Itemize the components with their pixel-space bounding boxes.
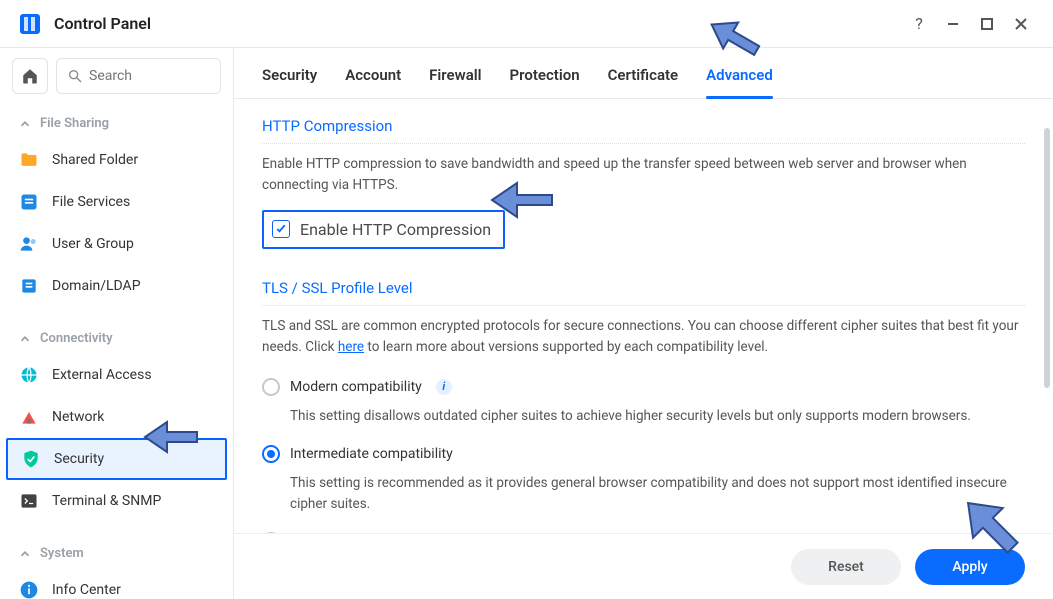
home-button[interactable]	[12, 58, 48, 94]
radio-icon	[262, 445, 280, 463]
checkbox-icon	[272, 220, 290, 238]
maximize-button[interactable]	[973, 10, 1001, 38]
tab-bar: Security Account Firewall Protection Cer…	[234, 48, 1053, 99]
tab-advanced[interactable]: Advanced	[706, 66, 773, 98]
titlebar: Control Panel ?	[0, 0, 1053, 48]
terminal-icon	[18, 490, 40, 512]
section-system[interactable]: System	[0, 538, 233, 569]
sidebar-item-label: File Services	[52, 194, 130, 210]
sidebar-item-user-group[interactable]: User & Group	[0, 223, 233, 265]
domain-icon	[18, 275, 40, 297]
sidebar-item-domain-ldap[interactable]: Domain/LDAP	[0, 265, 233, 307]
close-button[interactable]	[1007, 10, 1035, 38]
network-icon	[18, 406, 40, 428]
footer-bar: Reset Apply	[234, 533, 1053, 599]
sidebar-item-shared-folder[interactable]: Shared Folder	[0, 139, 233, 181]
sidebar-item-network[interactable]: Network	[0, 396, 233, 438]
tab-firewall[interactable]: Firewall	[429, 66, 481, 98]
tab-account[interactable]: Account	[345, 66, 401, 98]
minimize-button[interactable]	[939, 10, 967, 38]
tls-learn-more-link[interactable]: here	[338, 339, 364, 355]
sidebar-item-security[interactable]: Security	[6, 438, 227, 480]
folder-icon	[18, 149, 40, 171]
window-title: Control Panel	[54, 14, 151, 33]
search-icon	[67, 68, 83, 84]
section-label: System	[40, 546, 84, 561]
section-label: Connectivity	[40, 331, 113, 346]
tls-desc: TLS and SSL are common encrypted protoco…	[262, 316, 1025, 358]
globe-icon	[18, 364, 40, 386]
chevron-up-icon	[18, 332, 32, 346]
chevron-up-icon	[18, 547, 32, 561]
content-pane: HTTP Compression Enable HTTP compression…	[234, 99, 1053, 599]
radio-icon	[262, 378, 280, 396]
users-icon	[18, 233, 40, 255]
radio-modern-desc: This setting disallows outdated cipher s…	[290, 406, 1025, 427]
shield-icon	[20, 448, 42, 470]
sidebar-item-label: Domain/LDAP	[52, 278, 141, 294]
enable-http-compression-checkbox[interactable]: Enable HTTP Compression	[262, 210, 505, 249]
http-compression-title: HTTP Compression	[262, 117, 1025, 144]
search-input[interactable]	[89, 68, 210, 84]
search-field[interactable]	[56, 58, 221, 94]
app-icon	[18, 12, 42, 36]
scrollbar[interactable]	[1044, 128, 1050, 388]
chevron-up-icon	[18, 117, 32, 131]
radio-label: Intermediate compatibility	[290, 446, 453, 462]
sidebar-item-label: User & Group	[52, 236, 134, 252]
sidebar-item-label: Network	[52, 409, 104, 425]
tab-certificate[interactable]: Certificate	[608, 66, 679, 98]
sidebar-item-label: External Access	[52, 367, 152, 383]
tab-protection[interactable]: Protection	[510, 66, 580, 98]
http-compression-desc: Enable HTTP compression to save bandwidt…	[262, 154, 1025, 196]
info-icon	[18, 579, 40, 599]
radio-label: Modern compatibility	[290, 379, 422, 395]
sidebar-item-file-services[interactable]: File Services	[0, 181, 233, 223]
sidebar-item-label: Shared Folder	[52, 152, 138, 168]
radio-modern[interactable]: Modern compatibility i	[262, 372, 1025, 402]
tab-security[interactable]: Security	[262, 66, 317, 98]
home-icon	[21, 67, 39, 85]
radio-intermediate-desc: This setting is recommended as it provid…	[290, 473, 1025, 515]
section-label: File Sharing	[40, 116, 109, 131]
radio-intermediate[interactable]: Intermediate compatibility	[262, 439, 1025, 469]
section-file-sharing[interactable]: File Sharing	[0, 108, 233, 139]
sidebar-item-info-center[interactable]: Info Center	[0, 569, 233, 599]
sidebar-item-external-access[interactable]: External Access	[0, 354, 233, 396]
reset-button[interactable]: Reset	[791, 549, 901, 585]
tls-title: TLS / SSL Profile Level	[262, 279, 1025, 306]
sidebar-item-label: Security	[54, 451, 104, 467]
sidebar-item-terminal-snmp[interactable]: Terminal & SNMP	[0, 480, 233, 522]
info-badge-icon[interactable]: i	[436, 379, 452, 395]
section-connectivity[interactable]: Connectivity	[0, 323, 233, 354]
checkbox-label: Enable HTTP Compression	[300, 220, 491, 239]
apply-button[interactable]: Apply	[915, 549, 1025, 585]
help-button[interactable]: ?	[905, 10, 933, 38]
sidebar-item-label: Terminal & SNMP	[52, 493, 161, 509]
sidebar: File Sharing Shared Folder File Services…	[0, 48, 234, 599]
file-services-icon	[18, 191, 40, 213]
sidebar-item-label: Info Center	[52, 582, 121, 598]
